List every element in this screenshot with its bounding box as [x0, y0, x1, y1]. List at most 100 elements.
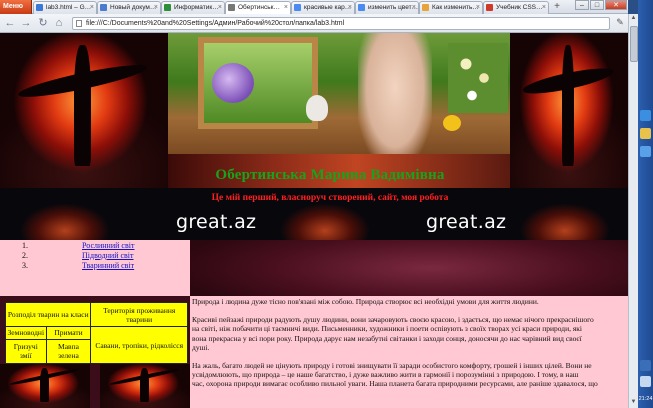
- main-content: Природа і людина дуже тісно пов'язані мі…: [190, 296, 628, 408]
- page-icon: [486, 4, 493, 11]
- tab-7[interactable]: Как изменить… ×: [419, 1, 483, 14]
- taskbar-clock: 21:24: [638, 396, 653, 402]
- content-paragraph: Красиві пейзажі природи радують душу люд…: [192, 315, 594, 352]
- page-icon: [164, 4, 171, 11]
- tab-5[interactable]: красивые кар… ×: [291, 1, 355, 14]
- sunset-glow: [20, 194, 110, 240]
- wrench-menu-icon[interactable]: ✎: [614, 17, 626, 30]
- back-arrow-icon[interactable]: ←: [4, 18, 16, 29]
- tab-1[interactable]: lab3.html – G… ×: [33, 1, 97, 14]
- nav-link-animals[interactable]: Тваринний світ: [82, 261, 134, 270]
- forward-arrow-icon[interactable]: →: [20, 18, 32, 29]
- page-icon: [422, 4, 429, 11]
- tab-2[interactable]: Новый докум… ×: [97, 1, 161, 14]
- logo-right: great.az: [426, 211, 507, 233]
- nav-number: 1.: [22, 241, 28, 250]
- animal-classes-table: Розподіл тварин на класи Територія прожи…: [4, 301, 188, 365]
- url-input[interactable]: file:///C:/Documents%20and%20Settings/Ад…: [72, 17, 610, 30]
- nav-area: 1. Рослинний світ 2. Підводний світ 3. Т…: [0, 240, 190, 296]
- windows-taskbar: 21:24: [638, 0, 653, 408]
- lilac-flowers: [212, 63, 254, 103]
- page-icon: [228, 4, 235, 11]
- tab-close-icon[interactable]: ×: [218, 2, 222, 13]
- tab-close-icon[interactable]: ×: [284, 2, 288, 13]
- url-text: file:///C:/Documents%20and%20Settings/Ад…: [86, 20, 345, 27]
- header-photo: [168, 33, 510, 154]
- tab-bar: Меню lab3.html – G… × Новый докум… × Инф…: [0, 0, 628, 14]
- nav-item: 3. Тваринний світ: [22, 261, 134, 271]
- tray-icon[interactable]: [640, 360, 651, 371]
- tab-label: красивые кар…: [304, 4, 352, 11]
- table-header-cell: Розподіл тварин на класи: [4, 301, 92, 328]
- scroll-up-arrow-icon[interactable]: ▲: [629, 14, 638, 23]
- tab-label: Учебник CSS…: [496, 4, 543, 11]
- maximize-button[interactable]: □: [590, 0, 604, 10]
- tab-label: Обертинськ…: [238, 4, 280, 11]
- tab-close-icon[interactable]: ×: [90, 2, 94, 13]
- woman-figure: [358, 33, 432, 154]
- nav-link-underwater[interactable]: Підводний світ: [82, 251, 134, 260]
- nav-list: 1. Рослинний світ 2. Підводний світ 3. Т…: [22, 241, 134, 271]
- reload-icon[interactable]: ↻: [37, 18, 49, 29]
- tab-close-icon[interactable]: ×: [348, 2, 352, 13]
- volume-icon[interactable]: [640, 376, 651, 387]
- table-header-cell: Територія проживання тварини: [90, 301, 188, 328]
- taskbar-app-icon[interactable]: [640, 146, 651, 157]
- tab-close-icon[interactable]: ×: [476, 2, 480, 13]
- left-silhouette-image: [0, 33, 168, 188]
- silhouette-image: [100, 364, 190, 408]
- lower-left-images: [0, 364, 190, 408]
- tab-label: lab3.html – G…: [46, 4, 92, 11]
- table-row: Розподіл тварин на класи Територія прожи…: [4, 301, 188, 328]
- tab-label: Новый докум…: [110, 4, 157, 11]
- tab-8[interactable]: Учебник CSS… ×: [483, 1, 549, 14]
- tab-close-icon[interactable]: ×: [542, 2, 546, 13]
- table-cell: Савани, тропіки, рідколісся: [90, 326, 188, 364]
- tab-close-icon[interactable]: ×: [154, 2, 158, 13]
- content-paragraph: Природа і людина дуже тісно пов'язані мі…: [192, 297, 539, 306]
- table-cell: Земноводні: [5, 326, 47, 340]
- address-toolbar: ← → ↻ ⌂ file:///C:/Documents%20and%20Set…: [0, 14, 628, 33]
- nav-item: 2. Підводний світ: [22, 251, 134, 261]
- document-icon: [36, 4, 43, 11]
- decorative-background: [190, 240, 628, 296]
- page-icon: [76, 20, 82, 27]
- table-cell: Примати: [45, 326, 92, 340]
- bunny-figure: [306, 95, 328, 121]
- tab-label: изменить цвет…: [368, 4, 419, 11]
- tab-3[interactable]: Информатик… ×: [161, 1, 225, 14]
- google-icon: [358, 4, 365, 11]
- nav-number: 2.: [22, 251, 28, 260]
- page-subtitle: Це мій перший, власноруч створений, сайт…: [211, 193, 449, 203]
- vertical-scrollbar[interactable]: ▲ ▼: [628, 14, 638, 408]
- home-icon[interactable]: ⌂: [53, 18, 65, 29]
- page-viewport: Обертинська Марина Вадимівна Це мій перш…: [0, 33, 628, 408]
- tab-6[interactable]: изменить цвет… ×: [355, 1, 419, 14]
- silhouette-image: [0, 364, 90, 408]
- tab-close-icon[interactable]: ×: [412, 2, 416, 13]
- table-row: Земноводні Примати Савани, тропіки, рідк…: [5, 326, 188, 364]
- scrollbar-thumb[interactable]: [630, 26, 638, 62]
- table-cell: Мавпа зелена: [45, 338, 92, 365]
- logo-left: great.az: [176, 211, 257, 233]
- nav-number: 3.: [22, 261, 28, 270]
- taskbar-app-icon[interactable]: [640, 110, 651, 121]
- folder-icon[interactable]: [640, 128, 651, 139]
- document-icon: [100, 4, 107, 11]
- google-icon: [294, 4, 301, 11]
- daisy-flowers: [448, 43, 508, 113]
- tab-label: Как изменить…: [432, 4, 479, 11]
- content-paragraph: На жаль, багато людей не цінують природу…: [192, 361, 598, 389]
- nav-link-plants[interactable]: Рослинний світ: [82, 241, 134, 250]
- page-title: Обертинська Марина Вадимівна: [215, 167, 445, 183]
- close-window-button[interactable]: ✕: [605, 0, 627, 10]
- tab-4-active[interactable]: Обертинськ… ×: [225, 1, 291, 14]
- right-silhouette-image: [510, 33, 628, 188]
- table-cell: Гризучі змії: [5, 338, 47, 365]
- new-tab-button[interactable]: +: [551, 2, 563, 13]
- minimize-button[interactable]: –: [575, 0, 589, 10]
- browser-menu-button[interactable]: Меню: [0, 0, 32, 14]
- tab-label: Информатик…: [174, 4, 219, 11]
- duckling-figure: [443, 115, 461, 131]
- scroll-down-arrow-icon[interactable]: ▼: [629, 398, 638, 407]
